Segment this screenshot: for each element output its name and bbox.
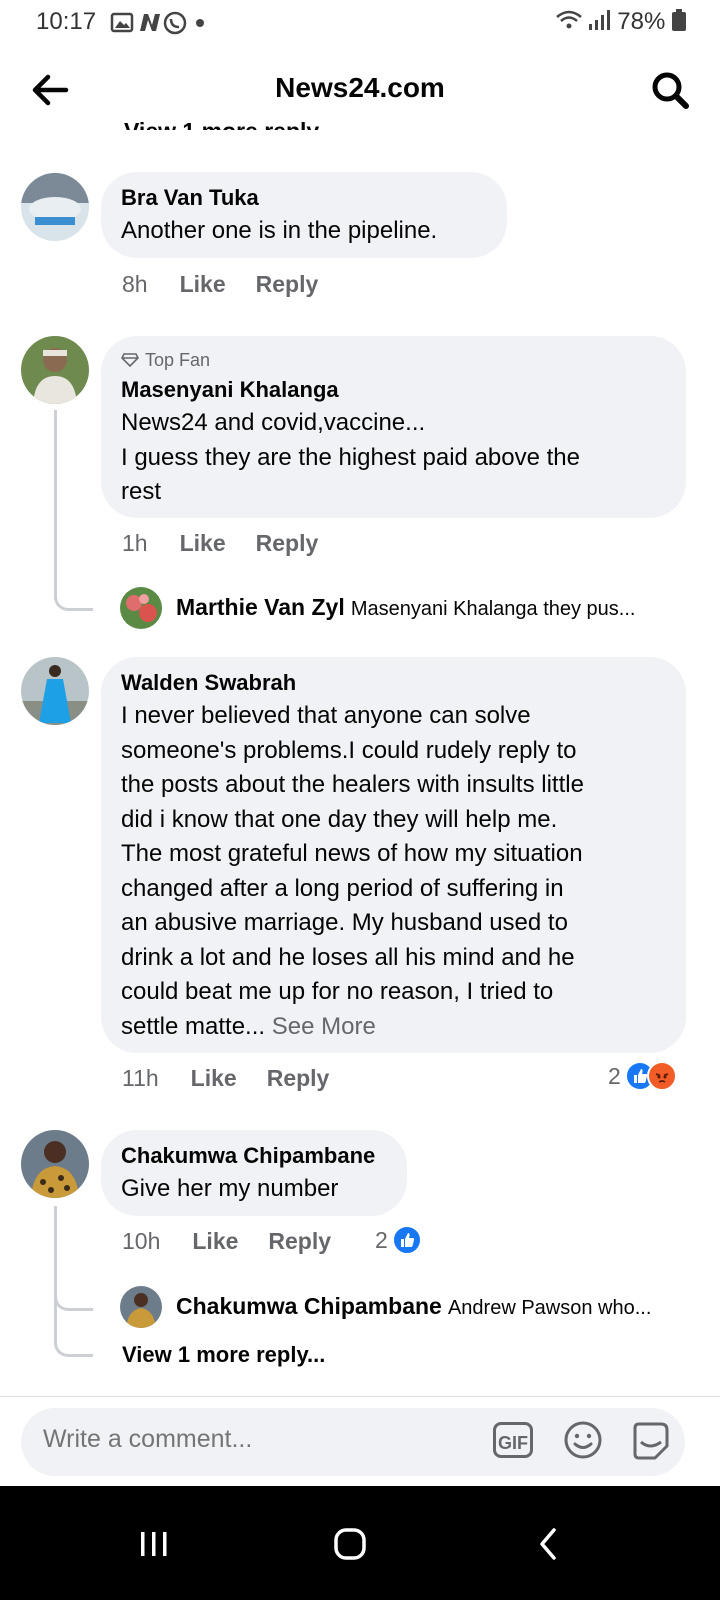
comment-text-line: someone's problems.I could rudely reply … [121, 736, 577, 764]
battery-percent: 78% [617, 8, 666, 35]
comment-text-line: an abusive marriage. My husband used to [121, 909, 568, 936]
status-bar: 10:17 78% [0, 0, 720, 46]
hidden-top-reply-link[interactable]: View 1 more reply... [124, 118, 337, 130]
comment-text: Give her my number [121, 1175, 339, 1202]
see-more-link[interactable]: See More [272, 1013, 376, 1040]
comment-composer: GIF [21, 1408, 685, 1476]
comment-text-line: could beat me up for no reason, I tried … [121, 978, 554, 1005]
reply-avatar[interactable] [120, 587, 162, 629]
battery-icon [672, 9, 686, 31]
thread-line [54, 1206, 57, 1334]
like-button[interactable]: Like [180, 271, 226, 297]
notification-glyphs-icon [110, 11, 204, 35]
comment-text-line: did i know that one day they will help m… [121, 805, 558, 833]
comment-time: 8h [122, 271, 148, 297]
comment-text-line: changed after a long period of suffering… [121, 874, 564, 902]
emoji-icon[interactable] [563, 1420, 603, 1460]
like-reaction-icon [391, 1225, 422, 1255]
comment-time: 1h [122, 530, 148, 556]
comment-text-line: The most grateful news of how my situati… [121, 840, 583, 867]
sticker-icon[interactable] [629, 1420, 671, 1462]
comment-text-line: I never believed that anyone can solve [121, 702, 531, 729]
comment-bubble[interactable]: Bra Van Tuka Another one is in the pipel… [101, 172, 507, 258]
system-nav-bar [0, 1486, 720, 1600]
comment-actions: 10h Like Reply [122, 1228, 361, 1255]
comment-actions: 8h Like Reply [122, 271, 348, 298]
comment-actions: 1h Like Reply [122, 530, 348, 557]
comment-author[interactable]: Bra Van Tuka [121, 182, 487, 214]
page-title: News24.com [275, 72, 445, 103]
reply-button[interactable]: Reply [256, 530, 319, 556]
avatar[interactable] [21, 1130, 89, 1198]
avatar-photo-icon [21, 336, 89, 404]
thread-curve [54, 586, 93, 611]
search-icon[interactable] [650, 70, 690, 110]
reaction-summary[interactable]: 2 [375, 1225, 422, 1255]
home-icon[interactable] [320, 1514, 380, 1574]
comment-text-line: rest [121, 478, 162, 505]
angry-reaction-icon [646, 1061, 677, 1091]
composer-divider [0, 1396, 720, 1397]
reaction-summary[interactable]: 2 [608, 1061, 677, 1091]
comment-time: 10h [122, 1228, 161, 1254]
avatar[interactable] [21, 657, 89, 725]
avatar-photo-icon [120, 587, 162, 629]
avatar-photo-icon [21, 1130, 89, 1198]
status-right: 78% [555, 8, 686, 36]
comment-author[interactable]: Masenyani Khalanga [121, 374, 666, 406]
comment-author[interactable]: Chakumwa Chipambane [121, 1140, 387, 1172]
comment-bubble[interactable]: Chakumwa Chipambane Give her my number [101, 1130, 407, 1216]
avatar-photo-icon [21, 657, 89, 725]
reply-text: Masenyani Khalanga they pus... [350, 598, 636, 620]
comment-actions: 11h Like Reply [122, 1065, 359, 1092]
comment-text-line: I guess they are the highest paid above … [121, 443, 580, 471]
truncated-text: settle matte... [121, 1012, 272, 1040]
badge-label: Top Fan [145, 350, 211, 370]
thread-curve [54, 1330, 93, 1357]
avatar[interactable] [21, 173, 89, 241]
thread-line [54, 410, 57, 600]
comment-text: Another one is in the pipeline. [121, 217, 438, 244]
comment-text-line: the posts about the healers with insults… [121, 771, 584, 798]
avatar[interactable] [21, 336, 89, 404]
reply-button[interactable]: Reply [256, 271, 319, 297]
reply-button[interactable]: Reply [268, 1228, 331, 1254]
comment-text-line: News24 and covid,vaccine... [121, 409, 426, 436]
app-bar: News24.com [0, 46, 720, 134]
recent-apps-icon[interactable] [124, 1514, 184, 1574]
avatar-photo-icon [120, 1286, 162, 1328]
reply-text: Andrew Pawson who... [447, 1297, 652, 1319]
diamond-icon [121, 353, 139, 368]
system-back-icon[interactable] [518, 1514, 578, 1574]
comment-author[interactable]: Walden Swabrah [121, 667, 666, 699]
view-more-replies-link[interactable]: View 1 more reply... [122, 1342, 325, 1368]
reply-preview[interactable]: Marthie Van Zyl Masenyani Khalanga they … [176, 594, 686, 621]
comment-bubble[interactable]: Top Fan Masenyani Khalanga News24 and co… [101, 336, 686, 518]
comment-time: 11h [122, 1065, 159, 1091]
avatar-photo-icon [21, 173, 89, 241]
like-button[interactable]: Like [180, 530, 226, 556]
reply-button[interactable]: Reply [267, 1065, 330, 1091]
notification-icons [110, 10, 220, 42]
comment-input[interactable] [41, 1424, 465, 1455]
comment-bubble[interactable]: Walden Swabrah I never believed that any… [101, 657, 686, 1053]
reaction-count: 2 [375, 1226, 388, 1253]
like-button[interactable]: Like [191, 1065, 237, 1091]
reply-preview[interactable]: Chakumwa Chipambane Andrew Pawson who... [176, 1293, 686, 1320]
comment-text-line: settle matte... See More [121, 1010, 666, 1045]
comment-text-line: drink a lot and he loses all his mind an… [121, 943, 575, 971]
reaction-count: 2 [608, 1062, 621, 1089]
gif-button[interactable]: GIF [493, 1422, 533, 1458]
reply-author[interactable]: Chakumwa Chipambane [176, 1293, 442, 1319]
like-button[interactable]: Like [192, 1228, 238, 1254]
wifi-signal-icon [555, 10, 610, 30]
status-time: 10:17 [36, 8, 97, 35]
reply-avatar[interactable] [120, 1286, 162, 1328]
thread-curve [54, 1286, 93, 1311]
top-fan-badge: Top Fan [121, 346, 666, 374]
reply-author[interactable]: Marthie Van Zyl [176, 594, 345, 620]
